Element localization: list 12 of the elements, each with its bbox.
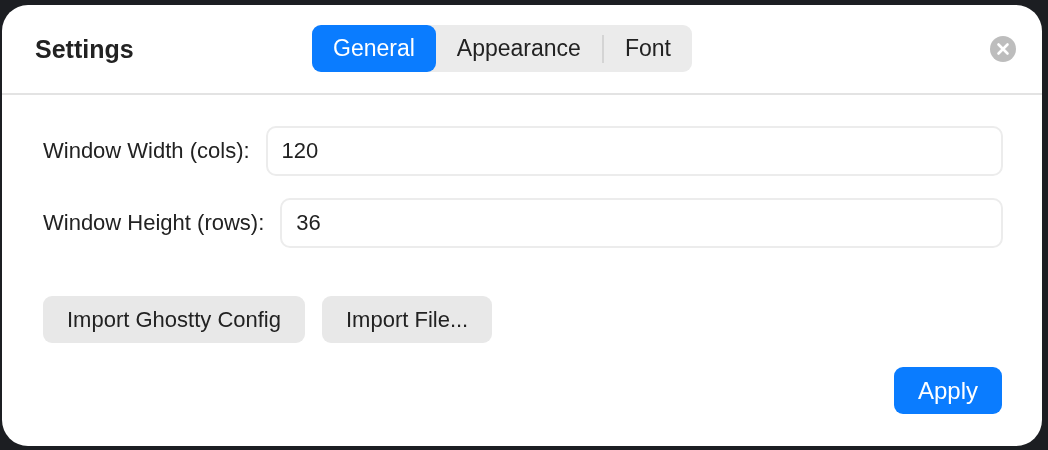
tab[interactable]: Appearance xyxy=(435,25,602,72)
apply-button[interactable]: Apply xyxy=(893,367,1002,414)
tab[interactable]: Font xyxy=(603,25,692,72)
input-field[interactable]: 120 xyxy=(265,126,1003,176)
tab[interactable]: General xyxy=(312,25,436,72)
input-field[interactable]: 36 xyxy=(280,198,1003,248)
import-button[interactable]: Import Ghostty Config xyxy=(43,296,305,343)
window-title: Settings xyxy=(35,34,134,64)
close-icon[interactable] xyxy=(990,36,1016,62)
field-label: Window Height (rows): xyxy=(43,210,265,236)
field-label: Window Width (cols): xyxy=(43,138,250,164)
import-button[interactable]: Import File... xyxy=(322,296,493,343)
